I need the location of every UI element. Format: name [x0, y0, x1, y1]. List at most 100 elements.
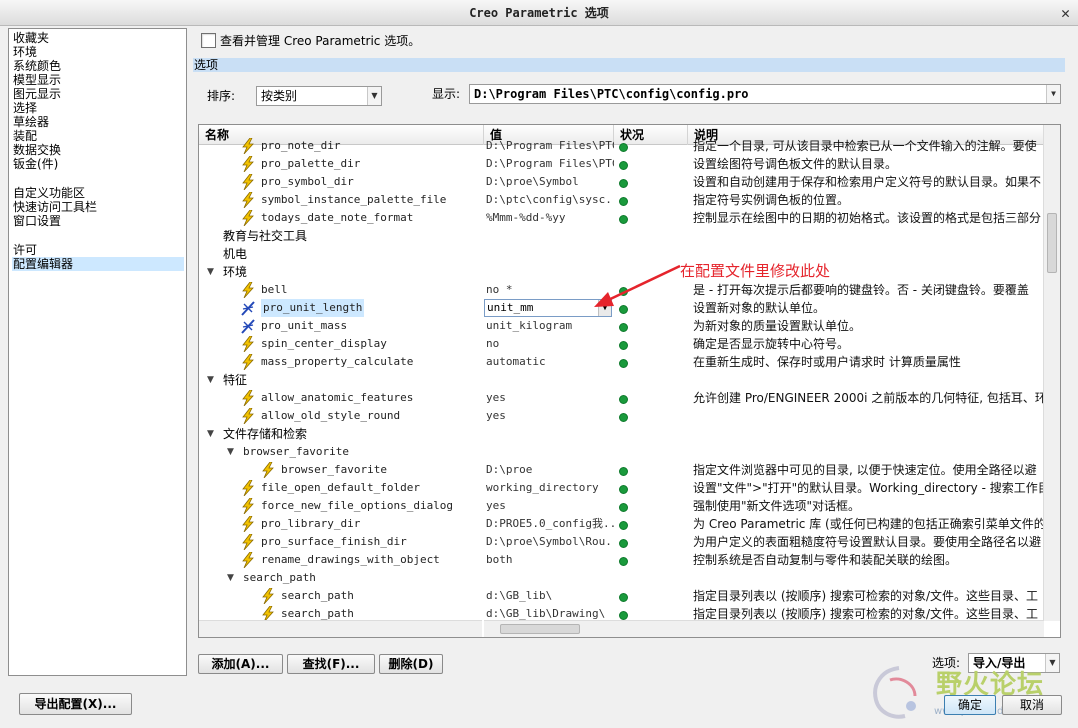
option-value: unit_mm: [487, 301, 534, 314]
option-value[interactable]: D:\proe\Symbol\Rou...: [486, 533, 614, 551]
option-value[interactable]: D:PROE5.0_config我...: [486, 515, 614, 533]
sidebar-item[interactable]: 系统颜色: [13, 59, 185, 73]
table-row[interactable]: allow_anatomic_features yes 允许创建 Pro/ENGIN…: [199, 389, 1044, 407]
category-row[interactable]: ▼ 文件存储和检索: [199, 425, 1044, 443]
option-value[interactable]: d:\GB_lib\: [486, 587, 614, 605]
table-row[interactable]: pro_note_dir D:\Program Files\PTC 指定一个目录, …: [199, 137, 1044, 155]
expand-toggle-icon[interactable]: ▼: [227, 443, 234, 461]
option-description: 指定文件浏览器中可见的目录, 以便于快速定位。使用全路径以避: [693, 463, 1037, 477]
sidebar-item[interactable]: 装配: [13, 129, 185, 143]
config-file-select[interactable]: D:\Program Files\PTC\config\config.pro ▼: [469, 84, 1061, 104]
ok-button[interactable]: 确定: [944, 695, 996, 715]
option-value[interactable]: D:\proe: [486, 461, 614, 479]
close-icon[interactable]: ✕: [1061, 0, 1070, 26]
option-description: 设置绘图符号调色板文件的默认目录。: [693, 157, 898, 171]
option-value[interactable]: unit_kilogram: [486, 317, 614, 335]
option-description: 为 Creo Parametric 库 (或任何已构建的包括正确索引菜单文件的: [693, 517, 1043, 531]
table-row[interactable]: todays_date_note_format %Mmm-%dd-%yy 控制显示在…: [199, 209, 1044, 227]
option-name: bell: [261, 283, 288, 296]
category-name: 环境: [223, 265, 248, 279]
table-row[interactable]: force_new_file_options_dialog yes 强制使用"新文件…: [199, 497, 1044, 515]
category-row[interactable]: ▼ browser_favorite: [199, 443, 1044, 461]
table-row[interactable]: browser_favorite D:\proe 指定文件浏览器中可见的目录, 以便…: [199, 461, 1044, 479]
option-description: 设置和自动创建用于保存和检索用户定义符号的默认目录。如果不: [693, 175, 1042, 189]
option-description: 在重新生成时、保存时或用户请求时 计算质量属性: [693, 355, 961, 369]
option-value[interactable]: D:\Program Files\PTC: [486, 155, 614, 173]
table-row[interactable]: mass_property_calculate automatic 在重新生成时、保…: [199, 353, 1044, 371]
table-row[interactable]: pro_library_dir D:PROE5.0_config我... 为 Cre…: [199, 515, 1044, 533]
sidebar-item[interactable]: 窗口设置: [13, 214, 185, 228]
sidebar-item[interactable]: 许可: [13, 243, 185, 257]
option-name: mass_property_calculate: [261, 355, 414, 368]
option-value[interactable]: D:\proe\Symbol: [486, 173, 614, 191]
sidebar-item[interactable]: 钣金(件): [13, 157, 185, 171]
option-description: 控制系统是否自动复制与零件和装配关联的绘图。: [693, 553, 958, 567]
table-row[interactable]: pro_palette_dir D:\Program Files\PTC 设置绘图符…: [199, 155, 1044, 173]
find-option-button[interactable]: 查找(F)...: [287, 654, 375, 674]
table-row[interactable]: symbol_instance_palette_file D:\ptc\confi…: [199, 191, 1044, 209]
table-row[interactable]: pro_unit_mass unit_kilogram 为新对象的质量设置默认单位。: [199, 317, 1044, 335]
lightning-bolt-icon: [241, 191, 255, 209]
option-value[interactable]: automatic: [486, 353, 614, 371]
name-column-scrollbar[interactable]: [199, 620, 482, 637]
cancel-button[interactable]: 取消: [1002, 695, 1062, 715]
option-value[interactable]: no: [486, 335, 614, 353]
lightning-bolt-icon: [241, 497, 255, 515]
expand-toggle-icon[interactable]: ▼: [207, 371, 214, 389]
option-value[interactable]: yes: [486, 389, 614, 407]
option-value[interactable]: D:\Program Files\PTC: [486, 137, 614, 155]
category-row[interactable]: 机电: [199, 245, 1044, 263]
option-value[interactable]: both: [486, 551, 614, 569]
category-row[interactable]: ▼ 特征: [199, 371, 1044, 389]
manage-options-checkbox[interactable]: [201, 33, 216, 48]
expand-toggle-icon[interactable]: ▼: [207, 263, 214, 281]
status-ok-icon: [619, 161, 628, 170]
sort-select[interactable]: 按类别 ▼: [256, 86, 382, 106]
table-row[interactable]: spin_center_display no 确定是否显示旋转中心符号。: [199, 335, 1044, 353]
expand-toggle-icon[interactable]: ▼: [227, 569, 234, 587]
export-config-button[interactable]: 导出配置(X)...: [19, 693, 132, 715]
category-row[interactable]: 教育与社交工具: [199, 227, 1044, 245]
expand-toggle-icon[interactable]: ▼: [207, 425, 214, 443]
table-row[interactable]: file_open_default_folder working_director…: [199, 479, 1044, 497]
sidebar-item[interactable]: 自定义功能区: [13, 186, 185, 200]
table-row[interactable]: allow_old_style_round yes: [199, 407, 1044, 425]
option-description: 为新对象的质量设置默认单位。: [693, 319, 862, 333]
vertical-scrollbar[interactable]: [1043, 125, 1060, 621]
option-name: allow_old_style_round: [261, 409, 401, 422]
sidebar-item[interactable]: 选择: [13, 101, 185, 115]
option-value[interactable]: yes: [486, 497, 614, 515]
option-value[interactable]: %Mmm-%dd-%yy: [486, 209, 614, 227]
sidebar-item[interactable]: 草绘器: [13, 115, 185, 129]
sidebar-item[interactable]: 模型显示: [13, 73, 185, 87]
option-name: file_open_default_folder: [261, 481, 420, 494]
options-category-list: 收藏夹 环境 系统颜色 模型显示 图元显示 选择 草绘器 装配 数据交换 钣金(件) 自定义功能区快…: [8, 28, 187, 676]
status-ok-icon: [619, 323, 628, 332]
status-ok-icon: [619, 467, 628, 476]
sidebar-item[interactable]: 快速访问工具栏: [13, 200, 185, 214]
sidebar-item[interactable]: 配置编辑器: [12, 257, 184, 271]
option-description: 为用户定义的表面粗糙度符号设置默认目录。要使用全路径名以避: [693, 535, 1042, 549]
sidebar-item[interactable]: 环境: [13, 45, 185, 59]
option-value[interactable]: yes: [486, 407, 614, 425]
horizontal-scrollbar[interactable]: [484, 620, 1044, 637]
option-name: spin_center_display: [261, 337, 387, 350]
table-row[interactable]: rename_drawings_with_object both 控制系统是否自动复…: [199, 551, 1044, 569]
sidebar-item[interactable]: 图元显示: [13, 87, 185, 101]
sidebar-item[interactable]: 数据交换: [13, 143, 185, 157]
category-row[interactable]: ▼ search_path: [199, 569, 1044, 587]
add-option-button[interactable]: 添加(A)...: [198, 654, 283, 674]
category-name: 特征: [223, 373, 248, 387]
category-name: 文件存储和检索: [223, 427, 308, 441]
table-row[interactable]: pro_surface_finish_dir D:\proe\Symbol\Rou…: [199, 533, 1044, 551]
sidebar-item[interactable]: 收藏夹: [13, 31, 185, 45]
lightning-bolt-icon: [241, 281, 255, 299]
table-row[interactable]: pro_symbol_dir D:\proe\Symbol 设置和自动创建用于保存和…: [199, 173, 1044, 191]
horizontal-scrollbar-thumb[interactable]: [500, 624, 580, 634]
delete-option-button[interactable]: 删除(D): [379, 654, 443, 674]
option-value[interactable]: D:\ptc\config\sysc...: [486, 191, 614, 209]
table-row[interactable]: search_path d:\GB_lib\ 指定目录列表以 (按顺序) 搜索可检索…: [199, 587, 1044, 605]
option-value[interactable]: working_directory: [486, 479, 614, 497]
lightning-bolt-icon: [241, 551, 255, 569]
vertical-scrollbar-thumb[interactable]: [1047, 213, 1057, 273]
